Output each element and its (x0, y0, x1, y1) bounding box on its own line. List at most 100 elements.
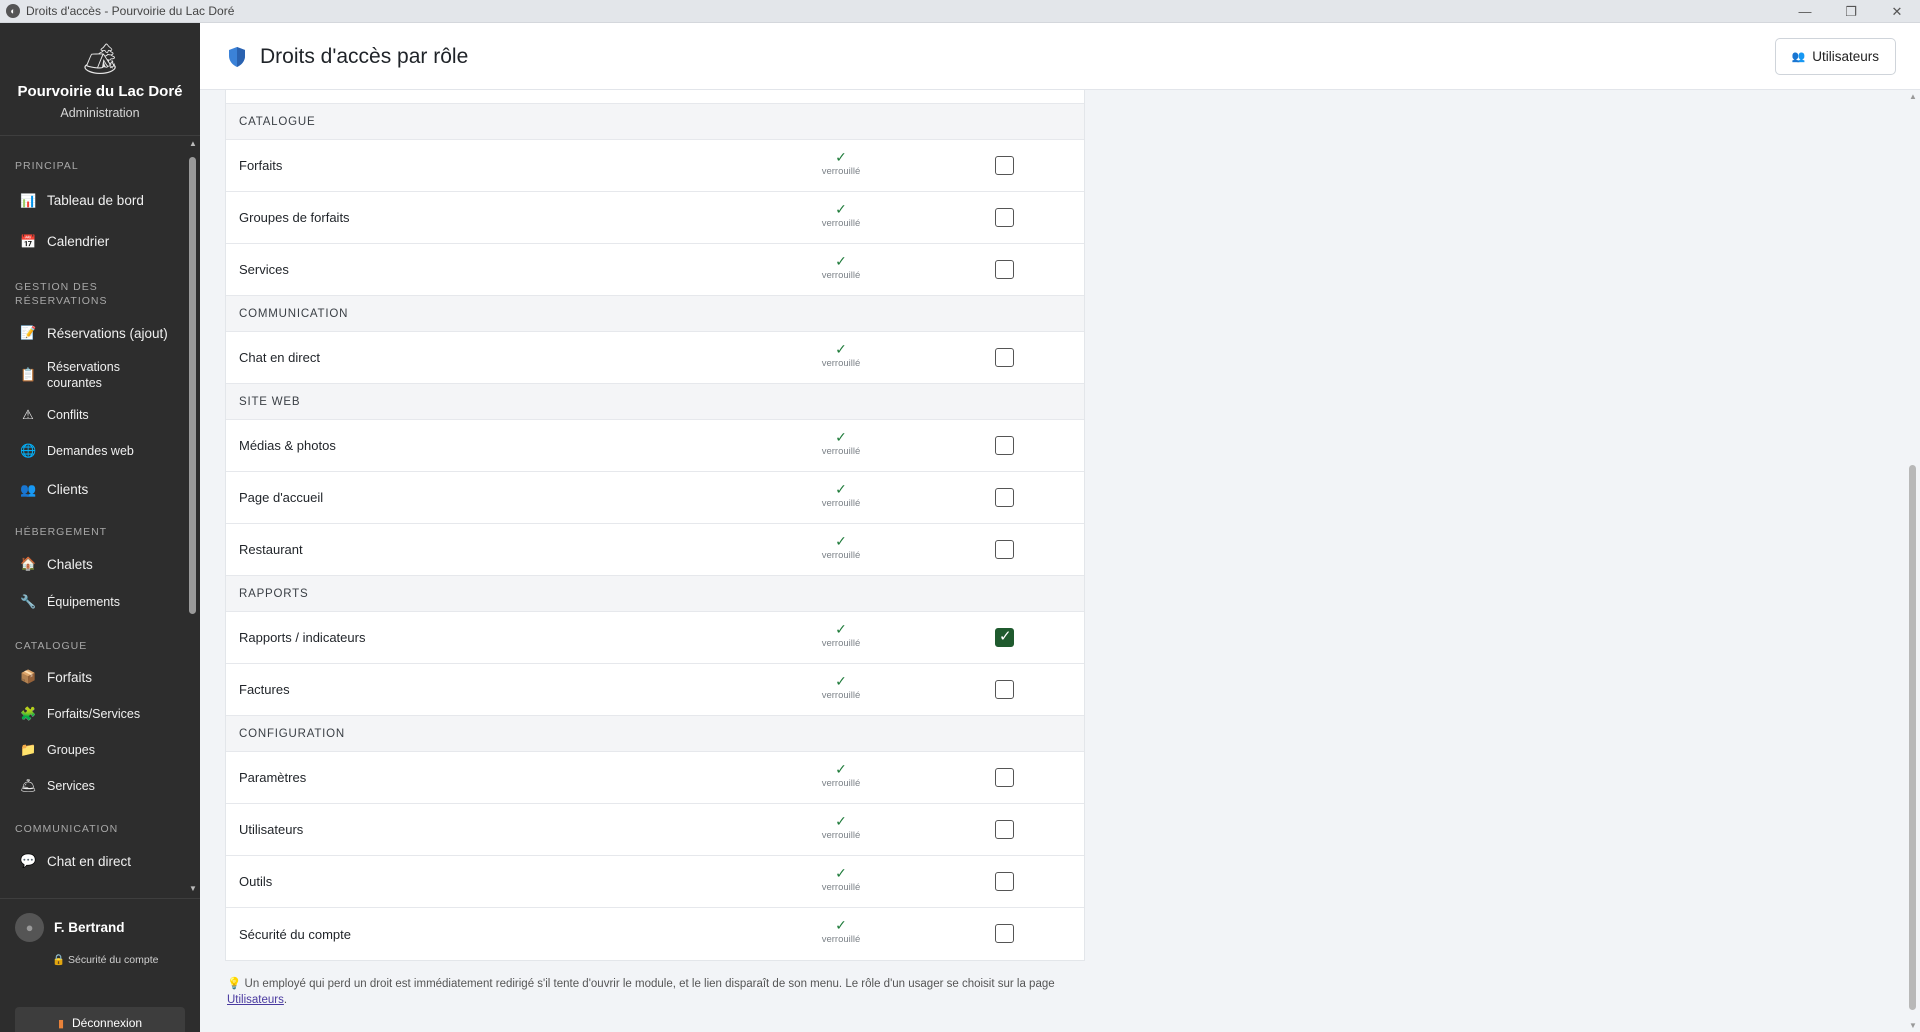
lock-icon: 🔒 (52, 954, 66, 966)
logout-button[interactable]: ▮ Déconnexion (15, 1007, 185, 1032)
brand-subtitle: Administration (60, 106, 140, 120)
sidebar-item-label: Clients (47, 482, 89, 497)
sidebar-item-reservations-current[interactable]: 📋 Réservations courantes (0, 352, 184, 397)
sidebar-item-forfaits[interactable]: 📦 Forfaits (0, 658, 184, 696)
locked-indicator: ✓ verrouillé (811, 342, 871, 369)
sidebar-item-equipements[interactable]: 🔧 Équipements (0, 583, 184, 621)
chat-icon: 💬 (20, 853, 37, 868)
sidebar-item-label: Chalets (47, 556, 93, 572)
permission-name: Services (239, 262, 289, 277)
permission-name: Rapports / indicateurs (239, 630, 366, 645)
nav-section-principal: PRINCIPAL (15, 160, 79, 172)
permission-checkbox[interactable] (995, 872, 1014, 891)
users-page-link[interactable]: Utilisateurs (227, 994, 284, 1006)
sidebar-item-web-requests[interactable]: 🌐 Demandes web (0, 433, 184, 469)
users-button[interactable]: 👥 Utilisateurs (1774, 38, 1896, 75)
table-row: Page d'accueil ✓ verrouillé (226, 472, 1084, 524)
check-icon: ✓ (835, 149, 847, 165)
shield-icon (229, 47, 245, 67)
scroll-down-icon[interactable]: ▼ (189, 884, 197, 893)
group-header-communication: COMMUNICATION (226, 296, 1084, 332)
permission-checkbox[interactable] (995, 540, 1014, 559)
nav-section-hebergement: HÉBERGEMENT (15, 526, 108, 538)
permission-name: Forfaits (239, 158, 283, 173)
locked-indicator: ✓ verrouillé (811, 866, 871, 893)
bell-icon: 🛎 (20, 778, 37, 793)
sidebar-item-chat[interactable]: 💬 Chat en direct (0, 841, 184, 881)
locked-indicator: ✓ verrouillé (811, 534, 871, 561)
scroll-down-icon[interactable]: ▼ (1909, 1021, 1917, 1030)
puzzle-icon: 🧩 (20, 706, 37, 721)
minimize-button[interactable]: — (1782, 0, 1828, 23)
sidebar-item-label: Équipements (47, 595, 120, 609)
permission-checkbox[interactable] (995, 680, 1014, 699)
permission-checkbox[interactable] (995, 436, 1014, 455)
table-row: Médias & photos ✓ verrouillé (226, 420, 1084, 472)
sidebar-item-label: Groupes (47, 743, 95, 757)
permission-name: Outils (239, 874, 273, 889)
locked-indicator: ✓ verrouillé (811, 622, 871, 649)
check-icon: ✓ (835, 673, 847, 689)
permission-name: Utilisateurs (239, 822, 304, 837)
user-name: F. Bertrand (54, 920, 125, 935)
check-icon: ✓ (835, 201, 847, 217)
globe-icon: 🌐 (20, 443, 37, 458)
permission-checkbox[interactable] (995, 260, 1014, 279)
table-row: Utilisateurs ✓ verrouillé (226, 804, 1084, 856)
permission-name: Paramètres (239, 770, 307, 785)
sidebar-item-groupes[interactable]: 📁 Groupes (0, 732, 184, 768)
sidebar-item-clients[interactable]: 👥 Clients (0, 469, 184, 510)
table-row: Sécurité du compte ✓ verrouillé (226, 908, 1084, 960)
permission-checkbox[interactable] (995, 156, 1014, 175)
sidebar-item-calendar[interactable]: 📅 Calendrier (0, 221, 184, 262)
permission-checkbox[interactable] (995, 820, 1014, 839)
permission-checkbox[interactable] (995, 488, 1014, 507)
scroll-up-icon[interactable]: ▲ (1909, 92, 1917, 101)
sidebar-scroll-thumb[interactable] (189, 157, 196, 614)
locked-indicator: ✓ verrouillé (811, 762, 871, 789)
table-row: Paramètres ✓ verrouillé (226, 752, 1084, 804)
window-title: Droits d'accès - Pourvoirie du Lac Doré (26, 4, 235, 18)
package-icon: 📦 (20, 669, 37, 684)
clipboard-icon: 📋 (20, 366, 37, 382)
main-scrollbar[interactable]: ▲ ▼ (1905, 90, 1920, 1032)
permission-name: Groupes de forfaits (239, 210, 350, 225)
table-row: Rapports / indicateurs ✓ verrouillé (226, 612, 1084, 664)
page-title: Droits d'accès par rôle (260, 45, 469, 68)
sidebar-scrollbar[interactable]: ▲ ▼ (185, 137, 200, 895)
permission-checkbox[interactable] (995, 627, 1014, 647)
permission-checkbox[interactable] (995, 768, 1014, 787)
window-controls: — ❐ ✕ (1782, 0, 1920, 23)
sidebar-item-conflicts[interactable]: ⚠ Conflits (0, 397, 184, 433)
check-icon: ✓ (835, 813, 847, 829)
permission-name: Page d'accueil (239, 490, 324, 505)
maximize-button[interactable]: ❐ (1828, 0, 1874, 23)
sidebar-item-label: Forfaits (47, 669, 93, 685)
group-header-rapports: RAPPORTS (226, 576, 1084, 612)
close-button[interactable]: ✕ (1874, 0, 1920, 23)
app-icon: ◐ (6, 4, 20, 18)
main-scroll-thumb[interactable] (1909, 465, 1916, 1010)
avatar: ● (15, 913, 44, 942)
window-titlebar: ◐ Droits d'accès - Pourvoirie du Lac Dor… (0, 0, 1920, 23)
nav-section-communication: COMMUNICATION (15, 823, 119, 835)
note-end: . (283, 994, 288, 1006)
main-content: CATALOGUE Forfaits ✓ verrouillé Groupes d… (200, 90, 1905, 1032)
account-security-link[interactable]: 🔒 Sécurité du compte (52, 953, 200, 966)
permission-checkbox[interactable] (995, 348, 1014, 367)
permission-checkbox[interactable] (995, 924, 1014, 943)
scroll-up-icon[interactable]: ▲ (189, 139, 197, 148)
locked-indicator: ✓ verrouillé (811, 254, 871, 281)
permission-checkbox[interactable] (995, 208, 1014, 227)
sidebar-item-forfaits-services[interactable]: 🧩 Forfaits/Services (0, 696, 184, 732)
sidebar-item-services[interactable]: 🛎 Services (0, 768, 184, 804)
sidebar-item-reservations-add[interactable]: 📝 Réservations (ajout) (0, 314, 184, 352)
nav-section-catalogue: CATALOGUE (15, 640, 88, 652)
sidebar-item-label: Réservations (ajout) (47, 325, 168, 341)
table-row: Groupes de forfaits ✓ verrouillé (226, 192, 1084, 244)
check-icon: ✓ (835, 621, 847, 637)
sidebar-item-chalets[interactable]: 🏠 Chalets (0, 545, 184, 583)
permission-name: Factures (239, 682, 290, 697)
user-panel: ● F. Bertrand 🔒 Sécurité du compte ▮ Déc… (0, 898, 200, 1032)
sidebar-item-dashboard[interactable]: 📊 Tableau de bord (0, 180, 184, 221)
